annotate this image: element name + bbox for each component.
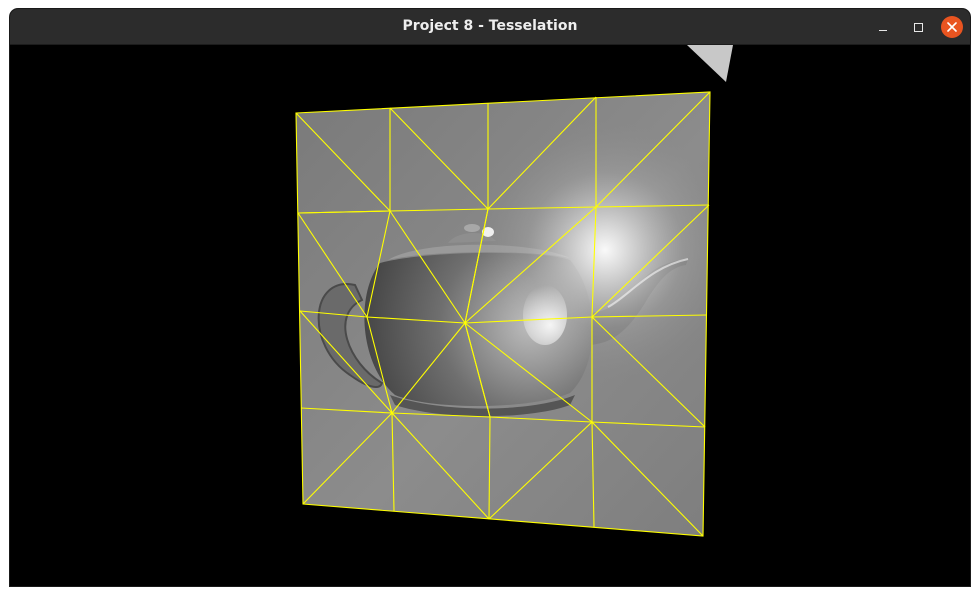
maximize-icon — [913, 22, 923, 32]
minimize-icon — [879, 29, 887, 31]
stray-triangle — [687, 45, 733, 82]
close-button[interactable] — [941, 16, 963, 38]
app-window: Project 8 - Tesselation — [10, 9, 970, 586]
title-bar[interactable]: Project 8 - Tesselation — [10, 9, 970, 45]
minimize-button[interactable] — [872, 16, 894, 38]
render-viewport[interactable] — [10, 45, 970, 586]
tessellated-plane — [295, 91, 711, 537]
close-icon — [947, 22, 957, 32]
maximize-button[interactable] — [907, 16, 929, 38]
scene-canvas — [295, 45, 733, 537]
window-title: Project 8 - Tesselation — [402, 18, 578, 34]
